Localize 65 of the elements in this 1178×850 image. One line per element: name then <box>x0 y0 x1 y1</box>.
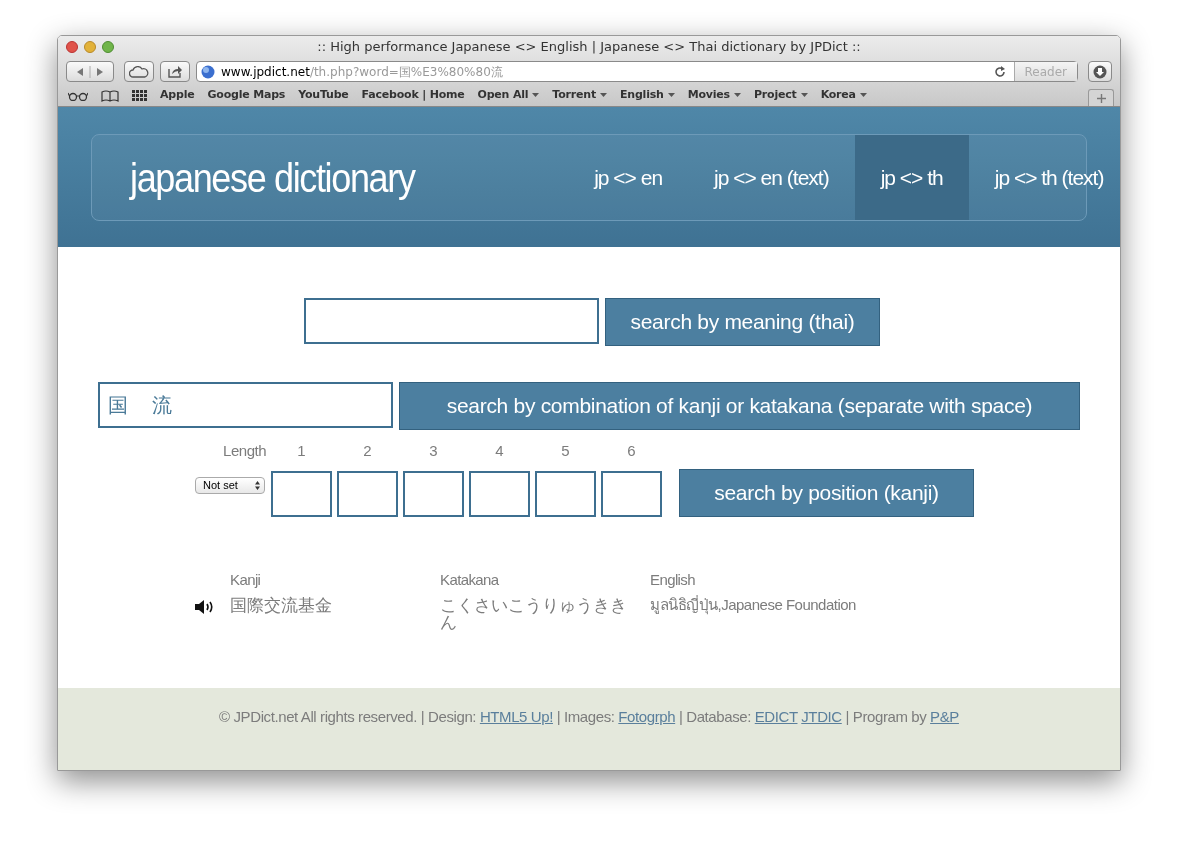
footer-link[interactable]: Fotogrph <box>618 708 676 725</box>
share-button[interactable] <box>160 61 190 82</box>
search-button[interactable]: search by position (kanji) <box>679 468 974 517</box>
nav-tab[interactable]: jp <> en (text) <box>688 135 855 220</box>
bookmark-link[interactable]: Open All <box>477 87 540 104</box>
length-select[interactable]: Not set <box>195 477 265 494</box>
bookmarks-icon[interactable] <box>101 89 119 102</box>
position-field[interactable] <box>535 470 596 517</box>
nav-tab[interactable]: jp <> th <box>854 135 969 220</box>
table-cell-text: 国際交流基金 <box>230 597 333 614</box>
window-title: :: High performance Japanese <> English | Japanese <> Thai dictionary by JPDict :: <box>317 38 861 57</box>
position-label: 3 <box>429 441 438 461</box>
top-sites-icon[interactable] <box>132 90 147 101</box>
kanji-search-field[interactable]: 国 流 <box>98 382 393 428</box>
column-header: Kanji <box>230 569 262 590</box>
zoom-button[interactable] <box>102 41 114 53</box>
reload-icon[interactable] <box>993 65 1006 78</box>
url-text: www.jpdict.net/th.php?word=国%E3%80%80流 <box>221 63 503 81</box>
site-logo[interactable]: japanese dictionary <box>130 147 415 208</box>
position-field[interactable] <box>337 470 398 517</box>
bookmark-link[interactable]: Facebook | Home <box>361 87 465 104</box>
back-forward-button[interactable] <box>66 61 114 82</box>
copyright-text: © JPDict.net All rights reserved. | Design: HTML5 Up! | Images: Fotogrph | Database: EDICT JTDIC | Program by P&P <box>219 707 959 727</box>
address-bar[interactable]: www.jpdict.net/th.php?word=国%E3%80%80流 Reader <box>196 61 1078 82</box>
download-button[interactable] <box>1088 61 1112 82</box>
new-tab-button[interactable] <box>1088 89 1114 106</box>
position-field[interactable] <box>403 470 464 517</box>
position-label: 1 <box>297 441 306 461</box>
close-button[interactable] <box>66 41 78 53</box>
reading-list-icon[interactable] <box>68 90 88 101</box>
search-button[interactable]: search by meaning (thai) <box>604 298 881 346</box>
stepper-icon <box>255 481 260 490</box>
globe-icon <box>201 64 215 79</box>
length-label: Length <box>223 441 266 459</box>
bookmark-link[interactable]: Google Maps <box>207 87 286 104</box>
share-icon <box>167 65 183 78</box>
position-label: 2 <box>363 441 372 461</box>
position-field[interactable] <box>469 470 530 517</box>
bookmark-link[interactable]: Korea <box>820 87 867 104</box>
cloud-icon <box>129 65 149 78</box>
nav-tab[interactable]: jp <> th (text) <box>968 135 1120 220</box>
bookmark-link[interactable]: Movies <box>687 87 741 104</box>
nav-tab[interactable]: jp <> en <box>568 135 689 220</box>
bookmark-link[interactable]: Torrent <box>552 87 607 104</box>
position-label: 5 <box>561 441 570 461</box>
bookmark-link[interactable]: English <box>619 87 675 104</box>
footer-link[interactable]: JTDIC <box>801 708 842 725</box>
column-header: Katakana <box>440 569 500 590</box>
footer-link[interactable]: P&P <box>930 708 959 725</box>
position-field[interactable] <box>271 470 332 517</box>
bookmark-link[interactable]: Apple <box>160 87 195 104</box>
download-icon <box>1093 64 1107 79</box>
bookmark-link[interactable]: Project <box>753 87 808 104</box>
meaning-search-field[interactable] <box>303 298 599 344</box>
search-button[interactable]: search by combination of kanji or katakana (separate with space) <box>399 382 1080 430</box>
bookmark-link[interactable]: YouTube <box>298 87 349 104</box>
position-field[interactable] <box>601 470 662 517</box>
column-header: English <box>650 569 696 590</box>
position-label: 6 <box>627 441 636 461</box>
footer-link[interactable]: HTML5 Up! <box>479 708 553 725</box>
position-label: 4 <box>495 441 504 461</box>
cloud-button[interactable] <box>124 61 154 82</box>
table-cell-text: こくさいこうりゅうききん <box>440 597 628 631</box>
footer-link[interactable]: EDICT <box>754 708 798 725</box>
plus-icon <box>1096 93 1106 103</box>
